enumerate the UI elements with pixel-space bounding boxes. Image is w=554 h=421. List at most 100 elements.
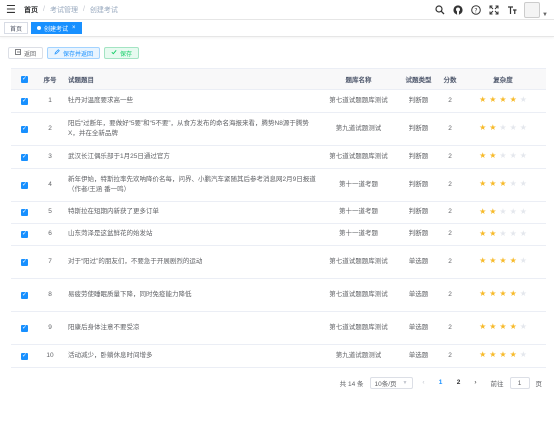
star-icon[interactable]: ★: [520, 350, 527, 360]
rating-stars[interactable]: ★ ★ ★ ★ ★: [479, 229, 527, 239]
star-icon[interactable]: ★: [510, 256, 517, 266]
close-icon[interactable]: ×: [72, 25, 76, 31]
row-checkbox[interactable]: ✓: [11, 168, 38, 202]
row-checkbox[interactable]: ✓: [11, 89, 38, 113]
prev-page-icon[interactable]: ‹: [419, 379, 429, 386]
star-icon[interactable]: ★: [489, 179, 496, 189]
row-checkbox[interactable]: ✓: [11, 112, 38, 146]
star-icon[interactable]: ★: [520, 229, 527, 239]
search-icon[interactable]: [434, 4, 445, 15]
star-icon[interactable]: ★: [489, 123, 496, 133]
star-icon[interactable]: ★: [479, 322, 486, 332]
page-size-select[interactable]: 10条/页 ▼: [369, 376, 413, 389]
star-icon[interactable]: ★: [510, 151, 517, 161]
row-checkbox[interactable]: ✓: [11, 223, 38, 246]
table-row[interactable]: ✓ 1 牡丹对温度要求高一些 第七道试题题库测试 判断题 2 ★ ★ ★ ★ ★: [11, 89, 546, 113]
star-icon[interactable]: ★: [489, 256, 496, 266]
star-icon[interactable]: ★: [520, 95, 527, 105]
star-icon[interactable]: ★: [499, 322, 506, 332]
star-icon[interactable]: ★: [520, 123, 527, 133]
breadcrumb-exam-management[interactable]: 考试管理: [50, 5, 78, 15]
rating-stars[interactable]: ★ ★ ★ ★ ★: [479, 322, 527, 332]
tag-home[interactable]: 首页: [4, 22, 29, 34]
star-icon[interactable]: ★: [520, 322, 527, 332]
avatar[interactable]: [524, 1, 541, 18]
star-icon[interactable]: ★: [499, 95, 506, 105]
star-icon[interactable]: ★: [489, 322, 496, 332]
star-icon[interactable]: ★: [520, 151, 527, 161]
star-icon[interactable]: ★: [489, 289, 496, 299]
star-icon[interactable]: ★: [510, 322, 517, 332]
rating-stars[interactable]: ★ ★ ★ ★ ★: [479, 289, 527, 299]
star-icon[interactable]: ★: [489, 350, 496, 360]
help-icon[interactable]: ?: [470, 4, 481, 15]
table-row[interactable]: ✓ 4 新年伊始，特斯拉率先欢呐降价名每，问界、小鹏汽车紧随其后参考消息网2月9日报…: [11, 168, 546, 202]
row-checkbox[interactable]: ✓: [11, 145, 38, 169]
row-checkbox[interactable]: ✓: [11, 278, 38, 312]
next-page-icon[interactable]: ›: [471, 379, 481, 386]
save-and-return-button[interactable]: 保存并返回: [47, 47, 101, 59]
table-row[interactable]: ✓ 8 易疲劳使睡眠质量下降，同时免疫能力降低 第七道试题题库测试 单选题 2 ★ ★ ★ ★ ★: [11, 278, 546, 312]
star-icon[interactable]: ★: [489, 151, 496, 161]
rating-stars[interactable]: ★ ★ ★ ★ ★: [479, 123, 527, 133]
star-icon[interactable]: ★: [510, 95, 517, 105]
page-2[interactable]: 2: [453, 379, 465, 386]
rating-stars[interactable]: ★ ★ ★ ★ ★: [479, 179, 527, 189]
page-1[interactable]: 1: [435, 379, 447, 386]
rating-stars[interactable]: ★ ★ ★ ★ ★: [479, 95, 527, 105]
github-icon[interactable]: [452, 4, 463, 15]
star-icon[interactable]: ★: [499, 207, 506, 217]
tag-create-exam[interactable]: 创建考试 ×: [31, 22, 82, 34]
star-icon[interactable]: ★: [479, 179, 486, 189]
back-button[interactable]: 返回: [8, 47, 44, 59]
table-row[interactable]: ✓ 3 武汉长江偶乐部于1月25日通过官方 第七道试题题库测试 判断题 2 ★ ★ ★ ★ ★: [11, 145, 546, 169]
row-checkbox[interactable]: ✓: [11, 344, 38, 368]
goto-page-input[interactable]: 1: [509, 376, 530, 389]
star-icon[interactable]: ★: [520, 179, 527, 189]
select-all-checkbox[interactable]: ✓: [11, 69, 38, 90]
star-icon[interactable]: ★: [479, 95, 486, 105]
star-icon[interactable]: ★: [479, 151, 486, 161]
star-icon[interactable]: ★: [479, 256, 486, 266]
star-icon[interactable]: ★: [489, 95, 496, 105]
row-checkbox[interactable]: ✓: [11, 311, 38, 345]
star-icon[interactable]: ★: [499, 350, 506, 360]
star-icon[interactable]: ★: [489, 229, 496, 239]
star-icon[interactable]: ★: [510, 123, 517, 133]
rating-stars[interactable]: ★ ★ ★ ★ ★: [479, 350, 527, 360]
table-row[interactable]: ✓ 5 特斯拉在短期内新获了更多订单 第十一道考题 判断题 2 ★ ★ ★ ★ ★: [11, 201, 546, 224]
star-icon[interactable]: ★: [510, 350, 517, 360]
star-icon[interactable]: ★: [499, 256, 506, 266]
star-icon[interactable]: ★: [479, 289, 486, 299]
fullscreen-icon[interactable]: [488, 4, 499, 15]
hamburger-menu-icon[interactable]: ☰: [6, 3, 20, 16]
font-size-icon[interactable]: [506, 4, 517, 15]
save-button[interactable]: 保存: [104, 47, 140, 59]
row-checkbox[interactable]: ✓: [11, 245, 38, 279]
star-icon[interactable]: ★: [499, 289, 506, 299]
table-row[interactable]: ✓ 9 阳康后身体注意不要受凉 第七道试题题库测试 单选题 2 ★ ★ ★ ★ ★: [11, 311, 546, 345]
star-icon[interactable]: ★: [510, 179, 517, 189]
star-icon[interactable]: ★: [479, 123, 486, 133]
star-icon[interactable]: ★: [479, 207, 486, 217]
table-row[interactable]: ✓ 2 阳后“过断年，要做好“5要”和“5不要”，从食方发布的命名海报来看，腾势N8…: [11, 112, 546, 146]
star-icon[interactable]: ★: [499, 179, 506, 189]
rating-stars[interactable]: ★ ★ ★ ★ ★: [479, 207, 527, 217]
star-icon[interactable]: ★: [489, 207, 496, 217]
star-icon[interactable]: ★: [479, 350, 486, 360]
star-icon[interactable]: ★: [510, 229, 517, 239]
row-checkbox[interactable]: ✓: [11, 201, 38, 224]
star-icon[interactable]: ★: [520, 256, 527, 266]
star-icon[interactable]: ★: [499, 123, 506, 133]
star-icon[interactable]: ★: [479, 229, 486, 239]
star-icon[interactable]: ★: [510, 207, 517, 217]
rating-stars[interactable]: ★ ★ ★ ★ ★: [479, 256, 527, 266]
star-icon[interactable]: ★: [510, 289, 517, 299]
rating-stars[interactable]: ★ ★ ★ ★ ★: [479, 151, 527, 161]
star-icon[interactable]: ★: [520, 289, 527, 299]
table-row[interactable]: ✓ 10 活动减少，卧躺休息时间增多 第九道试题测试 单选题 2 ★ ★ ★ ★ ★: [11, 344, 546, 368]
star-icon[interactable]: ★: [499, 229, 506, 239]
table-row[interactable]: ✓ 7 对于“阳过”的朋友们，不要急于开展剧烈的运动 第七道试题题库测试 单选题 2 ★ ★ ★…: [11, 245, 546, 279]
breadcrumb-home[interactable]: 首页: [24, 5, 38, 15]
star-icon[interactable]: ★: [499, 151, 506, 161]
